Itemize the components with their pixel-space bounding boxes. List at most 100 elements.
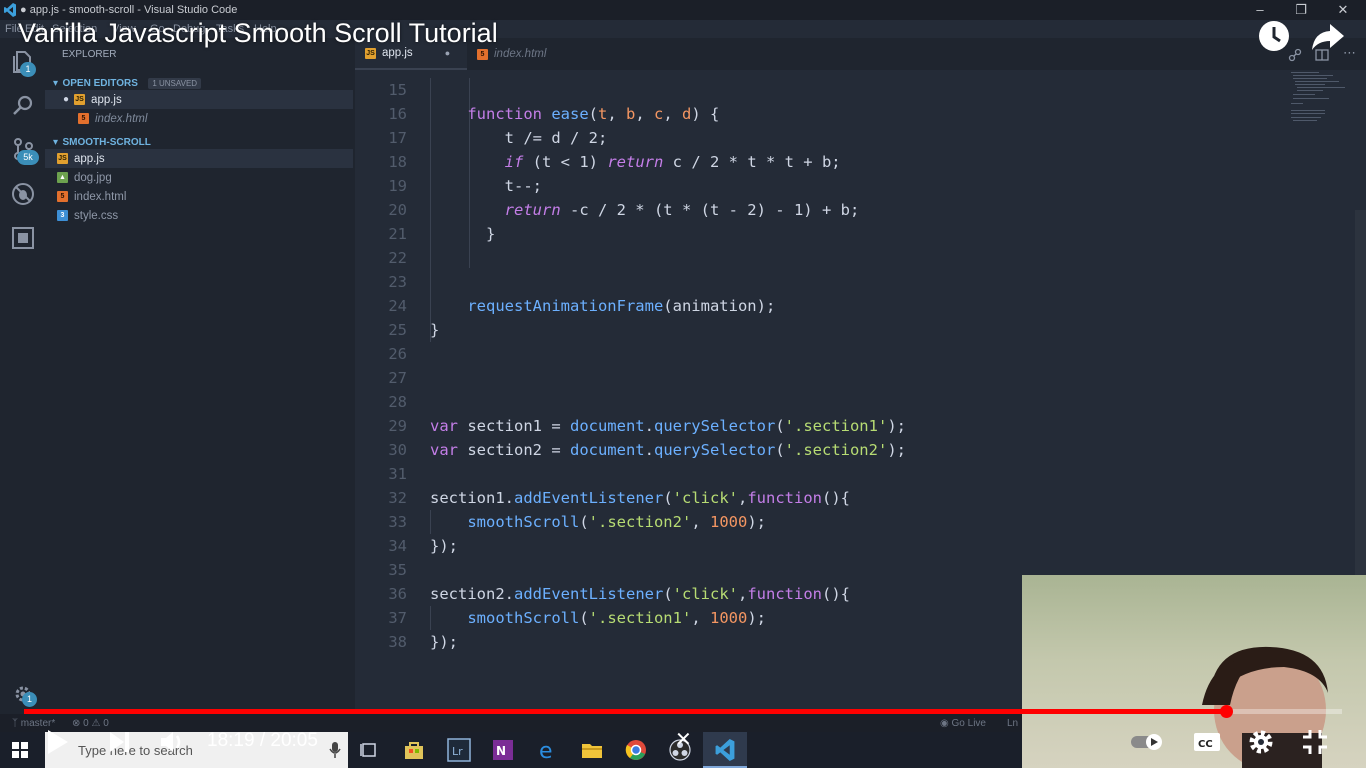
js-file-icon: JS <box>57 153 68 164</box>
minimize-icon[interactable]: – <box>1250 2 1270 17</box>
debug-icon[interactable] <box>10 181 36 207</box>
video-title[interactable]: Vanilla Javascript Smooth Scroll Tutoria… <box>18 18 498 49</box>
line-number: 37 <box>388 609 407 627</box>
lightroom-icon[interactable]: Lr <box>447 738 471 762</box>
html-file-icon: 5 <box>477 48 488 60</box>
close-window-icon[interactable]: ✕ <box>1333 2 1353 18</box>
open-editors-label: OPEN EDITORS <box>62 78 138 89</box>
line-number: 31 <box>388 465 407 483</box>
line-number: 23 <box>388 273 407 291</box>
cursor-position[interactable]: Ln <box>1007 718 1018 729</box>
file-label: index.html <box>74 190 127 203</box>
open-editor-item-indexhtml[interactable]: 5 index.html <box>45 109 353 128</box>
search-icon[interactable] <box>10 93 36 119</box>
warning-icon: ⚠ <box>91 718 104 729</box>
line-number: 15 <box>388 81 407 99</box>
video-scrubber-handle[interactable] <box>1220 705 1233 718</box>
video-progress-played <box>24 709 1226 714</box>
html-file-icon: 5 <box>78 113 89 124</box>
explorer-sidebar: EXPLORER ▾ OPEN EDITORS 1 UNSAVED ● JS a… <box>45 38 355 714</box>
volume-icon[interactable] <box>158 727 188 757</box>
error-icon: ⊗ <box>72 718 84 729</box>
go-live-label: Go Live <box>951 718 986 729</box>
open-editors-section[interactable]: ▾ OPEN EDITORS 1 UNSAVED <box>53 73 202 91</box>
windows-start-icon[interactable] <box>12 742 28 758</box>
open-editor-item-appjs[interactable]: ● JS app.js <box>45 90 353 109</box>
file-item-stylecss[interactable]: 3 style.css <box>45 206 353 225</box>
line-number: 25 <box>388 321 407 339</box>
vscode-taskbar-icon <box>715 739 735 761</box>
code-line-32: section1.addEventListener('click',functi… <box>430 489 850 507</box>
code-line-29: var section1 = document.querySelector('.… <box>430 417 906 435</box>
video-progress-bar[interactable] <box>24 709 1342 714</box>
line-number: 26 <box>388 345 407 363</box>
line-number: 18 <box>388 153 407 171</box>
project-section[interactable]: ▾ SMOOTH-SCROLL <box>53 132 151 150</box>
code-line-33: smoothScroll('.section2', 1000); <box>467 513 766 531</box>
restore-icon[interactable]: ❐ <box>1291 2 1311 18</box>
next-video-icon[interactable] <box>104 727 134 757</box>
file-label: app.js <box>74 152 105 165</box>
line-number: 33 <box>388 513 407 531</box>
settings-gear-icon[interactable] <box>1246 727 1276 757</box>
file-label: style.css <box>74 209 119 222</box>
file-item-dogjpg[interactable]: ▲ dog.jpg <box>45 168 353 187</box>
code-line-34: }); <box>430 537 458 555</box>
code-line-38: }); <box>430 633 458 651</box>
open-editor-label: index.html <box>95 112 148 125</box>
unsaved-dot-icon[interactable]: ● <box>445 48 450 58</box>
extensions-icon[interactable] <box>10 225 36 251</box>
line-number: 16 <box>388 105 407 123</box>
svg-text:Lr: Lr <box>452 745 463 758</box>
chrome-icon[interactable] <box>624 738 648 762</box>
file-item-appjs[interactable]: JS app.js <box>45 149 353 168</box>
js-file-icon: JS <box>74 94 86 105</box>
go-live-button[interactable]: ◉ Go Live <box>940 718 986 729</box>
task-view-icon[interactable] <box>358 738 382 762</box>
file-item-indexhtml[interactable]: 5 index.html <box>45 187 353 206</box>
code-line-30: var section2 = document.querySelector('.… <box>430 441 906 459</box>
edge-browser-icon[interactable]: e <box>536 738 560 762</box>
line-number: 17 <box>388 129 407 147</box>
code-line-17: t /= d / 2; <box>504 129 608 147</box>
scm-badge: 5k <box>17 150 39 165</box>
exit-fullscreen-icon[interactable] <box>1300 727 1330 757</box>
js-file-icon: JS <box>365 47 376 59</box>
line-number: 19 <box>388 177 407 195</box>
activity-bar: 1 5k 1 <box>0 38 45 714</box>
line-number: 38 <box>388 633 407 651</box>
code-line-21: } <box>486 225 496 243</box>
css-file-icon: 3 <box>57 210 68 221</box>
video-duration: 20:05 <box>270 730 318 751</box>
store-icon[interactable] <box>402 738 426 762</box>
play-icon[interactable] <box>42 727 72 757</box>
file-explorer-icon[interactable] <box>580 738 604 762</box>
settings-badge: 1 <box>22 692 37 707</box>
line-number: 21 <box>388 225 407 243</box>
project-label: SMOOTH-SCROLL <box>62 137 151 148</box>
close-overlay-icon[interactable]: ✕ <box>675 727 692 752</box>
code-line-25: } <box>430 321 440 339</box>
line-number: 22 <box>388 249 407 267</box>
window-title: ● app.js - smooth-scroll - Visual Studio… <box>20 4 238 16</box>
image-file-icon: ▲ <box>57 172 68 183</box>
line-number: 35 <box>388 561 407 579</box>
unsaved-dot-icon: ● <box>63 94 70 105</box>
explorer-header: EXPLORER <box>62 49 117 60</box>
line-number: 30 <box>388 441 407 459</box>
open-editor-label: app.js <box>91 93 122 106</box>
tab-label: index.html <box>494 48 547 60</box>
microphone-icon[interactable] <box>329 742 341 758</box>
share-arrow-icon[interactable] <box>1310 18 1346 54</box>
autoplay-toggle-icon[interactable] <box>1130 727 1166 757</box>
watch-later-clock-icon[interactable] <box>1256 18 1292 54</box>
project-chevron-icon: ▾ <box>53 137 59 148</box>
line-number: 24 <box>388 297 407 315</box>
onenote-icon[interactable]: N <box>491 738 515 762</box>
subtitles-cc-icon[interactable]: CC <box>1192 727 1222 757</box>
taskbar-vscode-active[interactable] <box>703 732 747 768</box>
code-line-24: requestAnimationFrame(animation); <box>467 297 776 315</box>
code-line-37: smoothScroll('.section1', 1000); <box>467 609 766 627</box>
svg-text:N: N <box>496 744 506 758</box>
line-number: 34 <box>388 537 407 555</box>
